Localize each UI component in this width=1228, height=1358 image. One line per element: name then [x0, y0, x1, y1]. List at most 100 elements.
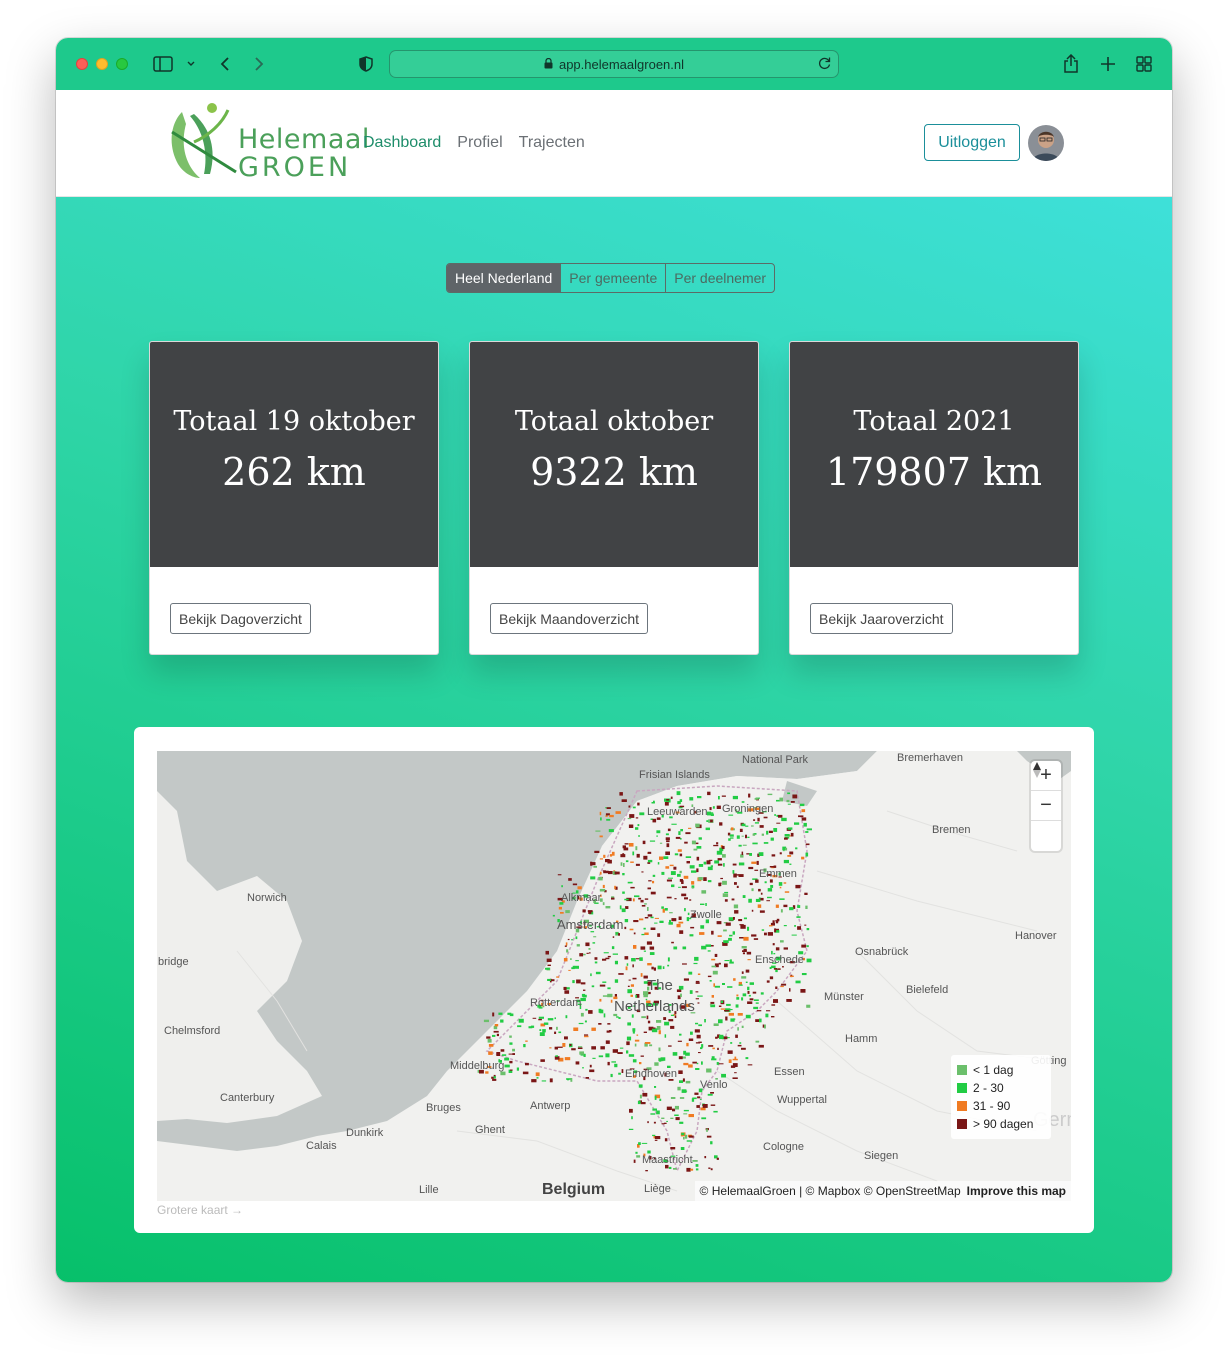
route-segment: [593, 865, 597, 868]
route-segment: [693, 962, 698, 965]
route-segment: [579, 953, 584, 957]
route-segment: [767, 932, 773, 936]
attribution-text[interactable]: © HelemaalGroen | © Mapbox © OpenStreetM…: [700, 1184, 961, 1198]
route-segment: [564, 945, 567, 947]
tab-per-gemeente[interactable]: Per gemeente: [560, 264, 665, 292]
tab-per-deelnemer[interactable]: Per deelnemer: [665, 264, 774, 292]
improve-map-link[interactable]: Improve this map: [967, 1184, 1066, 1198]
route-segment: [706, 1068, 712, 1073]
route-segment: [666, 896, 672, 899]
stat-card-title: Totaal 2021: [853, 406, 1015, 437]
route-segment: [769, 976, 774, 980]
close-window-button[interactable]: [76, 58, 88, 70]
route-segment: [512, 1053, 515, 1055]
route-segment: [652, 874, 656, 877]
route-segment: [713, 844, 719, 847]
route-segment: [737, 1044, 742, 1047]
map-label: Wuppertal: [777, 1094, 827, 1106]
year-overview-button[interactable]: Bekijk Jaaroverzicht: [810, 603, 953, 634]
route-segment: [707, 866, 713, 871]
route-segment: [716, 842, 719, 845]
route-segment: [510, 1069, 513, 1071]
logout-button[interactable]: Uitloggen: [924, 124, 1020, 161]
route-segment: [755, 1002, 759, 1004]
route-segment: [754, 798, 759, 800]
route-segment: [652, 1134, 656, 1137]
route-segment: [755, 898, 761, 902]
map-label: Venlo: [700, 1079, 728, 1091]
forward-arrow-icon[interactable]: [250, 52, 268, 76]
compass-icon[interactable]: [1031, 762, 1061, 851]
route-segment: [690, 1168, 694, 1171]
route-segment: [629, 1108, 633, 1113]
route-segment: [710, 1141, 713, 1145]
chevron-down-icon[interactable]: [184, 52, 198, 76]
route-segment: [683, 1109, 689, 1112]
map-label: Antwerp: [530, 1100, 571, 1112]
route-map[interactable]: Frisian Islands National Park Bremerhave…: [157, 751, 1071, 1201]
route-segment: [639, 1094, 642, 1099]
route-segment: [742, 844, 747, 846]
route-segment: [717, 1047, 719, 1050]
privacy-shield-icon[interactable]: [356, 52, 376, 76]
route-segment: [583, 989, 586, 991]
route-segment: [707, 950, 711, 952]
route-segment: [618, 933, 620, 936]
nav-trajecten[interactable]: Trajecten: [519, 134, 585, 152]
route-segment: [554, 1031, 557, 1034]
route-segment: [761, 833, 764, 836]
sidebar-toggle-icon[interactable]: [152, 52, 174, 76]
route-segment: [775, 920, 779, 924]
route-segment: [632, 851, 635, 856]
helemaalgroen-logo[interactable]: Helemaal GROEN: [164, 102, 369, 184]
route-segment: [652, 880, 655, 884]
route-segment: [516, 1067, 519, 1071]
route-segment: [800, 989, 806, 993]
route-segment: [721, 845, 725, 850]
nav-profiel[interactable]: Profiel: [457, 134, 502, 152]
month-overview-button[interactable]: Bekijk Maandoverzicht: [490, 603, 649, 634]
route-segment: [761, 929, 765, 931]
route-segment: [652, 818, 657, 823]
route-segment: [628, 1128, 634, 1130]
address-bar[interactable]: app.helemaalgroen.nl: [389, 50, 839, 78]
route-segment: [634, 1039, 640, 1042]
route-segment: [779, 898, 785, 900]
route-segment: [772, 920, 775, 924]
map-label: Canterbury: [220, 1092, 275, 1104]
route-segment: [614, 979, 619, 983]
map-label: Norwich: [247, 892, 287, 904]
route-segment: [724, 960, 730, 962]
new-tab-icon[interactable]: [1098, 52, 1118, 76]
route-segment: [742, 950, 747, 952]
day-overview-button[interactable]: Bekijk Dagoverzicht: [170, 603, 311, 634]
route-segment: [741, 823, 746, 827]
tab-heel-nederland[interactable]: Heel Nederland: [447, 264, 561, 292]
bigger-map-link[interactable]: Grotere kaart →: [157, 1203, 243, 1217]
route-segment: [756, 1010, 762, 1012]
reload-icon[interactable]: [818, 56, 832, 73]
route-segment: [696, 868, 699, 873]
route-segment: [586, 952, 589, 954]
map-canvas[interactable]: [157, 751, 1071, 1201]
back-arrow-icon[interactable]: [216, 52, 234, 76]
route-segment: [749, 882, 753, 886]
route-segment: [696, 856, 700, 861]
avatar[interactable]: [1028, 125, 1064, 161]
route-segment: [572, 980, 575, 984]
zoom-out-button[interactable]: −: [1031, 791, 1061, 821]
route-segment: [753, 938, 759, 940]
route-segment: [732, 1058, 738, 1061]
route-segment: [628, 1054, 635, 1057]
route-segment: [663, 1017, 667, 1020]
share-icon[interactable]: [1061, 52, 1081, 76]
nav-dashboard[interactable]: Dashboard: [363, 134, 441, 152]
route-segment: [624, 919, 629, 923]
tab-overview-icon[interactable]: [1134, 52, 1154, 76]
route-segment: [748, 898, 752, 903]
zoom-window-button[interactable]: [116, 58, 128, 70]
route-segment: [665, 851, 670, 855]
route-segment: [547, 1018, 554, 1021]
route-segment: [591, 1046, 596, 1050]
minimize-window-button[interactable]: [96, 58, 108, 70]
